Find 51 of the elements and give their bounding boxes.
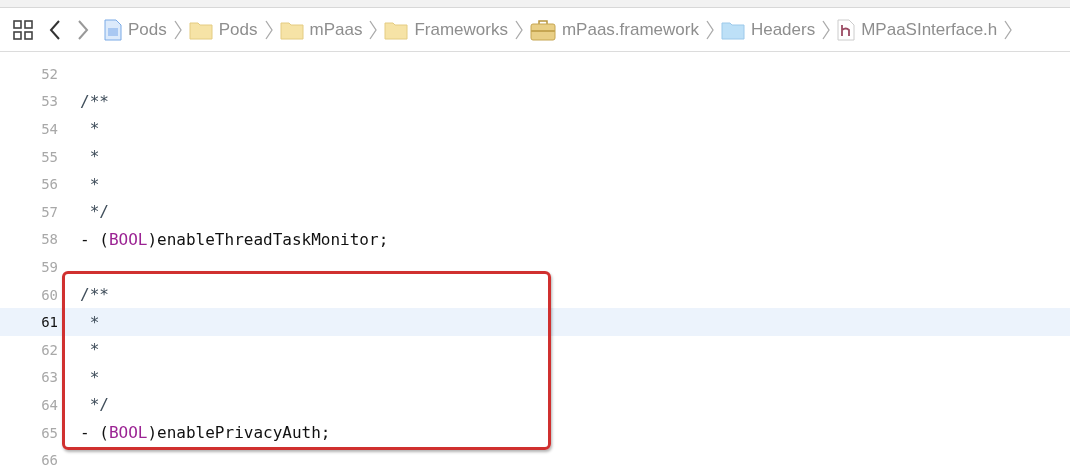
code-line: *: [88, 147, 100, 167]
line-number: 59: [40, 258, 58, 275]
code-line: *: [88, 367, 100, 387]
code-line: /**: [80, 91, 109, 111]
line-number: 60: [40, 286, 58, 303]
code-line: *: [88, 174, 100, 194]
chevron-icon: [1003, 18, 1014, 41]
header-file-icon: [837, 18, 856, 41]
line-number: 55: [40, 148, 58, 165]
toolbox-icon: [529, 18, 556, 41]
line-number: 58: [40, 231, 58, 248]
code-line: /**: [80, 285, 109, 305]
folder-icon: [188, 19, 213, 40]
line-number: 65: [40, 424, 58, 441]
code-line: - (BOOL)enableThreadTaskMonitor;: [80, 229, 389, 249]
forward-button[interactable]: [76, 18, 90, 41]
breadcrumb-item[interactable]: Frameworks: [414, 19, 508, 40]
folder-icon: [279, 19, 304, 40]
code-line: *: [88, 340, 100, 360]
chevron-icon: [821, 18, 832, 41]
line-number: 62: [40, 341, 58, 358]
code-line: - (BOOL)enablePrivacyAuth;: [80, 423, 331, 442]
code-line: *: [88, 312, 100, 332]
breadcrumb-item[interactable]: Pods: [128, 19, 167, 40]
back-button[interactable]: [48, 18, 62, 41]
line-number: 56: [40, 176, 58, 193]
chevron-icon: [172, 18, 183, 41]
line-number: 57: [40, 203, 58, 220]
code-line: */: [88, 202, 109, 222]
line-number: 64: [40, 396, 58, 413]
chevron-icon: [513, 18, 524, 41]
breadcrumb-item[interactable]: Pods: [218, 19, 258, 40]
folder-icon: [384, 19, 409, 40]
chevron-icon: [263, 18, 274, 41]
breadcrumb-item[interactable]: MPaaSInterface.h: [861, 19, 998, 40]
code-line: */: [88, 395, 109, 415]
line-number: 52: [40, 65, 58, 82]
breadcrumb-item[interactable]: Headers: [750, 19, 816, 40]
grid-icon[interactable]: [12, 18, 34, 41]
line-number: 61: [40, 314, 58, 331]
breadcrumb-item[interactable]: mPaas: [309, 19, 363, 40]
folder-icon: [720, 19, 745, 40]
line-number: 66: [40, 452, 58, 469]
code-line: *: [88, 119, 100, 139]
document-icon: [104, 18, 122, 41]
line-number: 54: [40, 121, 58, 137]
line-number: 53: [40, 93, 58, 110]
line-number: 63: [40, 369, 58, 386]
chevron-icon: [368, 18, 379, 41]
chevron-icon: [704, 18, 715, 41]
breadcrumb-item[interactable]: mPaas.framework: [561, 19, 699, 40]
